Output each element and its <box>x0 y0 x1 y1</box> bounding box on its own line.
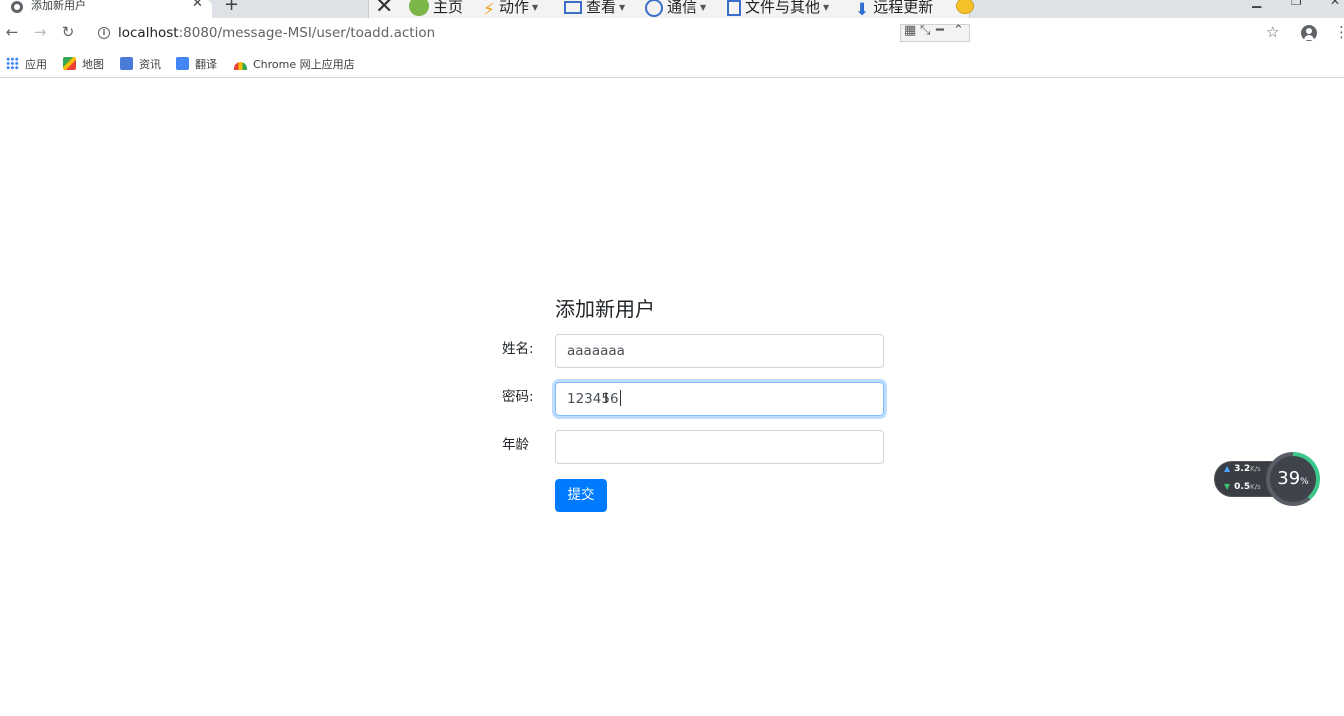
bookmark-news[interactable]: 资讯 <box>120 56 161 71</box>
bookmarks-bar: 应用 地图 资讯 翻译 Chrome 网上应用店 <box>0 50 1344 78</box>
caret-down-icon: ▼ <box>531 3 539 12</box>
bookmark-star-icon[interactable]: ☆ <box>1266 23 1279 41</box>
chat-icon <box>645 0 663 17</box>
ibeam-cursor-icon: Ⅰ <box>604 391 609 407</box>
back-icon[interactable]: ← <box>2 23 22 41</box>
bolt-icon: ⚡ <box>483 0 495 20</box>
cpu-usage-gauge[interactable]: 39% <box>1266 452 1320 506</box>
remote-mini-toolbar: ▦ ⤡ ━ ⌃ <box>900 23 970 42</box>
caret-down-icon: ▼ <box>700 3 707 12</box>
bookmark-apps[interactable]: 应用 <box>6 56 47 71</box>
upload-speed: ▲ 3.2K/s <box>1224 464 1261 474</box>
apps-grid-icon <box>6 57 19 70</box>
url-path: :8080/message-MSI/user/toadd.action <box>178 25 436 41</box>
remote-close-icon[interactable]: ✕ <box>375 0 393 19</box>
remote-home-button[interactable]: 主页 <box>409 0 463 17</box>
address-bar[interactable]: localhost:8080/message-MSI/user/toadd.ac… <box>118 25 435 41</box>
tab-title: 添加新用户 <box>31 0 86 12</box>
webstore-icon <box>234 62 247 70</box>
upload-arrow-icon: ▲ <box>1224 464 1231 473</box>
name-label: 姓名: <box>502 341 534 357</box>
minus-icon[interactable]: ━ <box>936 23 944 38</box>
caret-down-icon: ▼ <box>619 3 626 12</box>
account-icon[interactable] <box>1301 25 1317 41</box>
chevron-up-icon[interactable]: ⌃ <box>953 23 964 38</box>
news-icon <box>120 57 133 70</box>
navigation-bar: ← → ↻ i localhost:8080/message-MSI/user/… <box>0 18 1344 50</box>
translate-icon <box>176 57 189 70</box>
download-speed: ▼ 0.5K/s <box>1224 482 1261 492</box>
remote-action-button[interactable]: ⚡ 动作 ▼ <box>483 0 539 20</box>
age-input[interactable] <box>555 430 884 464</box>
globe-icon <box>11 1 23 13</box>
more-menu-icon[interactable]: ⋮ <box>1334 23 1344 41</box>
name-input-value: aaaaaaa <box>567 343 625 359</box>
minimize-icon[interactable]: ▁ <box>1252 0 1261 8</box>
home-icon <box>409 0 429 16</box>
reload-icon[interactable]: ↻ <box>58 23 78 41</box>
remote-toolbar: ✕ 主页 ⚡ 动作 ▼ 查看 ▼ 通信 ▼ 文件与其他 ▼ ⬇ 远程更新 <box>368 0 970 20</box>
url-host: localhost <box>118 25 179 41</box>
remote-view-button[interactable]: 查看 ▼ <box>564 0 625 17</box>
monitor-icon <box>564 1 582 14</box>
page-title: 添加新用户 <box>555 297 655 321</box>
forward-icon[interactable]: → <box>30 23 50 41</box>
site-info-icon[interactable]: i <box>98 27 110 39</box>
grid-icon[interactable]: ▦ <box>904 23 916 38</box>
remote-files-button[interactable]: 文件与其他 ▼ <box>727 0 829 17</box>
window-close-icon[interactable]: ✕ <box>1330 0 1340 8</box>
age-label: 年龄 <box>502 437 529 453</box>
shrink-icon[interactable]: ⤡ <box>920 23 930 38</box>
text-caret <box>619 390 621 406</box>
cpu-usage-value: 39% <box>1270 456 1316 502</box>
page-content: 添加新用户 姓名: aaaaaaa 密码: 123456 Ⅰ 年龄 提交 <box>0 79 1344 716</box>
close-icon[interactable]: ✕ <box>192 0 203 11</box>
download-icon: ⬇ <box>855 0 870 20</box>
name-input[interactable]: aaaaaaa <box>555 334 884 368</box>
file-icon <box>727 0 741 16</box>
browser-tab[interactable]: 添加新用户 ✕ <box>0 0 212 18</box>
password-input-value: 123456 <box>567 391 619 407</box>
remote-comm-button[interactable]: 通信 ▼ <box>645 0 706 17</box>
password-label: 密码: <box>502 389 534 405</box>
bookmark-webstore[interactable]: Chrome 网上应用店 <box>234 56 355 71</box>
caret-down-icon: ▼ <box>823 3 830 12</box>
restore-icon[interactable]: ❐ <box>1291 0 1302 8</box>
bookmark-maps[interactable]: 地图 <box>63 56 104 71</box>
maps-icon <box>63 57 76 70</box>
remote-update-button[interactable]: ⬇ 远程更新 <box>855 0 933 20</box>
bookmark-translate[interactable]: 翻译 <box>176 56 217 71</box>
submit-button[interactable]: 提交 <box>555 479 607 512</box>
download-arrow-icon: ▼ <box>1224 482 1231 491</box>
new-tab-button[interactable]: + <box>224 0 239 15</box>
